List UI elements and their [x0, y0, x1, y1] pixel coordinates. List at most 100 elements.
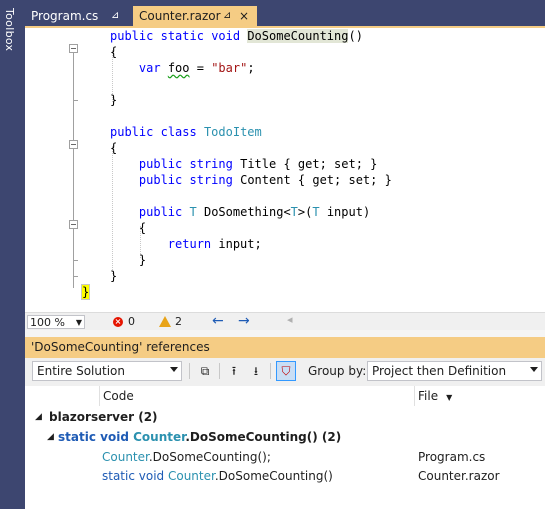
- filter-icon[interactable]: ⛉: [276, 361, 296, 381]
- tab-label: Program.cs: [31, 9, 99, 23]
- code-line: public class TodoItem: [110, 124, 262, 140]
- previous-location-icon[interactable]: ⭱: [225, 362, 243, 380]
- toolbox-label[interactable]: Toolbox: [3, 8, 16, 51]
- arrow-left-icon[interactable]: ←: [212, 313, 224, 329]
- column-divider[interactable]: [414, 386, 415, 406]
- zoom-value: 100 %: [30, 316, 65, 329]
- code-line: public T DoSomething<T>(T input): [110, 204, 370, 220]
- kw: public: [110, 29, 154, 43]
- reference-code: static void Counter.DoSomeCounting(): [102, 467, 333, 486]
- collapse-icon[interactable]: [69, 140, 78, 149]
- column-header-file-label: File: [418, 389, 439, 403]
- warning-squiggle[interactable]: foo: [168, 61, 190, 75]
- outline-end-tick: [73, 276, 78, 277]
- toolbox-rail[interactable]: Toolbox: [0, 0, 25, 509]
- references-window-title: 'DoSomeCounting' references: [31, 340, 210, 354]
- next-location-icon[interactable]: ⭳: [247, 362, 265, 380]
- kw: public: [138, 173, 183, 187]
- chevron-down-icon: [170, 367, 178, 372]
- references-window-header[interactable]: 'DoSomeCounting' references: [25, 337, 545, 358]
- tab-counter-razor[interactable]: Counter.razor ⊿ ×: [133, 6, 257, 26]
- pin-icon[interactable]: ⊿: [111, 6, 119, 26]
- collapse-icon[interactable]: [69, 44, 78, 53]
- code-text: input): [319, 205, 371, 219]
- group-by-value: Project then Definition: [372, 364, 507, 378]
- code-line: }: [110, 93, 118, 107]
- code-text: >(: [297, 205, 313, 219]
- close-icon[interactable]: ×: [239, 6, 249, 26]
- arrow-right-icon[interactable]: →: [238, 313, 250, 329]
- code-line: }: [110, 269, 118, 283]
- warning-count[interactable]: 2: [175, 315, 182, 328]
- definition-label: static void Counter.DoSomeCounting() (2): [58, 428, 341, 447]
- code-line: return input;: [110, 236, 262, 252]
- kw: public: [138, 205, 183, 219]
- error-count[interactable]: 0: [128, 315, 135, 328]
- line-gutter: [25, 28, 69, 312]
- warning-icon[interactable]: [159, 316, 171, 327]
- sort-descending-icon: ▼: [446, 393, 453, 402]
- error-icon[interactable]: ×: [113, 317, 123, 327]
- kw: string: [189, 173, 233, 187]
- scope-combo[interactable]: Entire Solution: [32, 361, 182, 381]
- kw: void: [100, 430, 129, 444]
- reference-row[interactable]: Counter.DoSomeCounting(); Program.cs: [25, 448, 545, 467]
- code-text: {: [138, 221, 147, 235]
- definition-count: (2): [321, 430, 342, 444]
- reference-row[interactable]: static void Counter.DoSomeCounting() Cou…: [25, 467, 545, 486]
- code-text: Title { get; set; }: [240, 157, 378, 171]
- column-divider[interactable]: [99, 386, 100, 406]
- toolbar-separator: [270, 363, 271, 379]
- column-header-file[interactable]: File ▼: [418, 389, 452, 403]
- collapse-icon[interactable]: [69, 220, 78, 229]
- kw: static: [160, 29, 204, 43]
- kw: public: [110, 125, 154, 139]
- reference-file: Counter.razor: [418, 469, 500, 483]
- code-line: public string Content { get; set; }: [110, 172, 392, 188]
- kw: static void: [102, 469, 168, 483]
- type-name: TodoItem: [203, 125, 262, 139]
- brace-match-highlight: }: [80, 284, 91, 300]
- group-by-combo[interactable]: Project then Definition: [367, 361, 542, 381]
- results-list[interactable]: ◢ blazorserver (2) ◢ static void Counter…: [25, 406, 545, 509]
- code-line: {: [110, 45, 118, 59]
- code-line: }: [110, 252, 146, 268]
- type-name: T: [189, 205, 197, 219]
- code-line: {: [110, 220, 146, 236]
- kw: string: [189, 157, 233, 171]
- scope-value: Entire Solution: [37, 364, 125, 378]
- code-editor[interactable]: public static void DoSomeCounting() { va…: [25, 28, 545, 312]
- column-header-code[interactable]: Code: [103, 389, 134, 403]
- code-text: }: [138, 253, 147, 267]
- pin-icon[interactable]: ⊿: [223, 6, 231, 26]
- expanded-triangle-icon[interactable]: ◢: [47, 428, 54, 447]
- project-group-row[interactable]: ◢ blazorserver (2): [25, 408, 545, 427]
- definition-group-row[interactable]: ◢ static void Counter.DoSomeCounting() (…: [25, 428, 545, 447]
- panel-splitter[interactable]: [25, 330, 545, 337]
- kw: public: [138, 157, 183, 171]
- code-text: (): [348, 29, 363, 43]
- method-name-highlight[interactable]: DoSomeCounting: [247, 29, 349, 43]
- outline-end-tick: [73, 100, 78, 101]
- outline-line: [73, 48, 74, 288]
- class-name: Counter: [167, 469, 215, 483]
- expanded-triangle-icon[interactable]: ◢: [35, 408, 42, 427]
- code-line: public static void DoSomeCounting(): [110, 28, 363, 44]
- member-name: .DoSomeCounting(): [185, 430, 318, 444]
- kw: static: [58, 430, 96, 444]
- chevron-down-icon: ▼: [75, 318, 82, 327]
- project-count: (2): [138, 410, 158, 424]
- code-line: }: [80, 284, 91, 300]
- kw: void: [211, 29, 241, 43]
- zoom-combo[interactable]: 100 % ▼: [27, 315, 85, 329]
- code-text: input;: [211, 237, 262, 251]
- scroll-left-icon[interactable]: ◂: [287, 313, 293, 326]
- kw: var: [138, 61, 161, 75]
- code-text: .DoSomeCounting();: [148, 450, 271, 464]
- code-text: .DoSomeCounting(): [214, 469, 333, 483]
- code-line: var foo = "bar";: [110, 60, 255, 76]
- outline-end-tick: [73, 260, 78, 261]
- tab-program-cs[interactable]: Program.cs ⊿: [25, 6, 133, 26]
- copy-icon[interactable]: ⧉: [196, 362, 214, 380]
- project-name: blazorserver (2): [49, 408, 158, 427]
